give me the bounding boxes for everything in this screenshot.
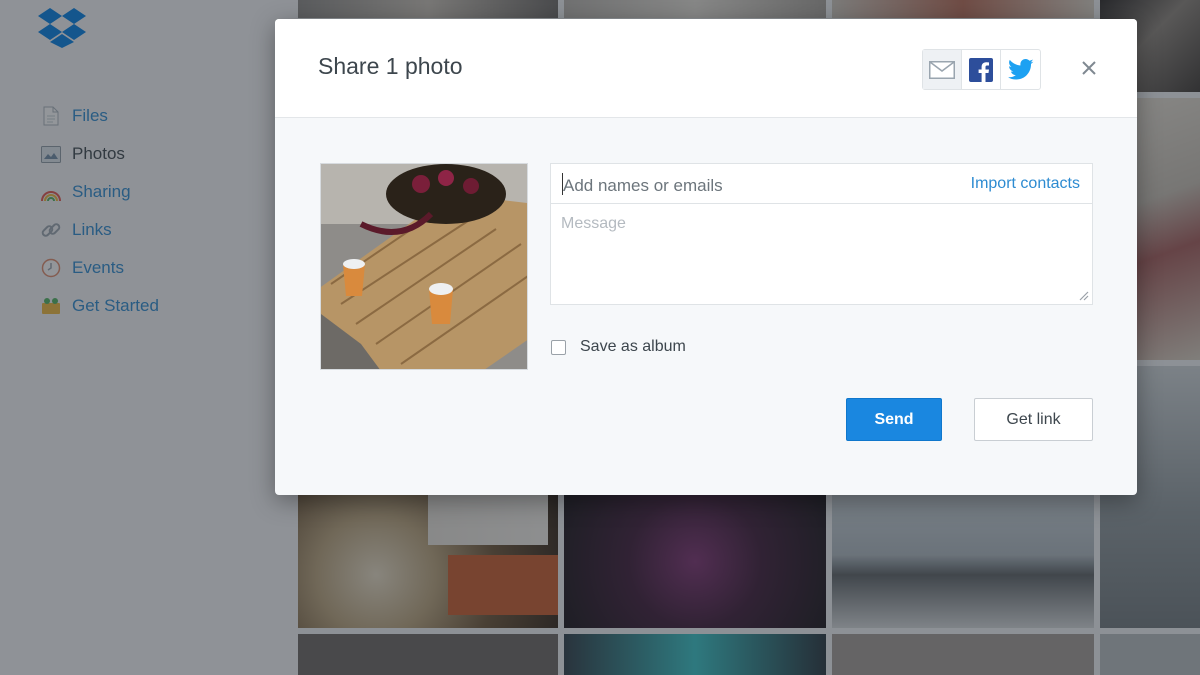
recipients-placeholder: Add names or emails (563, 176, 723, 195)
photo-thumbnail (320, 163, 528, 370)
twitter-share-button[interactable] (1001, 50, 1040, 89)
dialog-header: Share 1 photo (275, 19, 1137, 118)
facebook-share-button[interactable] (962, 50, 1001, 89)
import-contacts-link[interactable]: Import contacts (971, 175, 1080, 193)
email-share-button[interactable] (923, 50, 962, 89)
save-as-album-checkbox[interactable] (551, 339, 566, 355)
dialog-title: Share 1 photo (318, 53, 463, 79)
message-textarea[interactable]: Message (550, 203, 1093, 305)
close-icon (1082, 61, 1096, 75)
save-as-album-option[interactable]: Save as album (551, 338, 686, 356)
resize-handle-icon[interactable] (1077, 289, 1089, 301)
message-placeholder: Message (561, 215, 626, 232)
get-link-button[interactable]: Get link (974, 398, 1093, 441)
share-dialog: Share 1 photo Add names or emails Import… (275, 19, 1137, 495)
close-button[interactable] (1077, 56, 1101, 80)
facebook-icon (969, 57, 993, 82)
twitter-icon (1007, 58, 1033, 79)
recipients-input[interactable]: Add names or emails Import contacts (550, 163, 1093, 204)
share-method-toggle (922, 49, 1041, 90)
send-button[interactable]: Send (846, 398, 942, 441)
save-as-album-label: Save as album (580, 338, 686, 355)
email-icon (929, 60, 955, 79)
